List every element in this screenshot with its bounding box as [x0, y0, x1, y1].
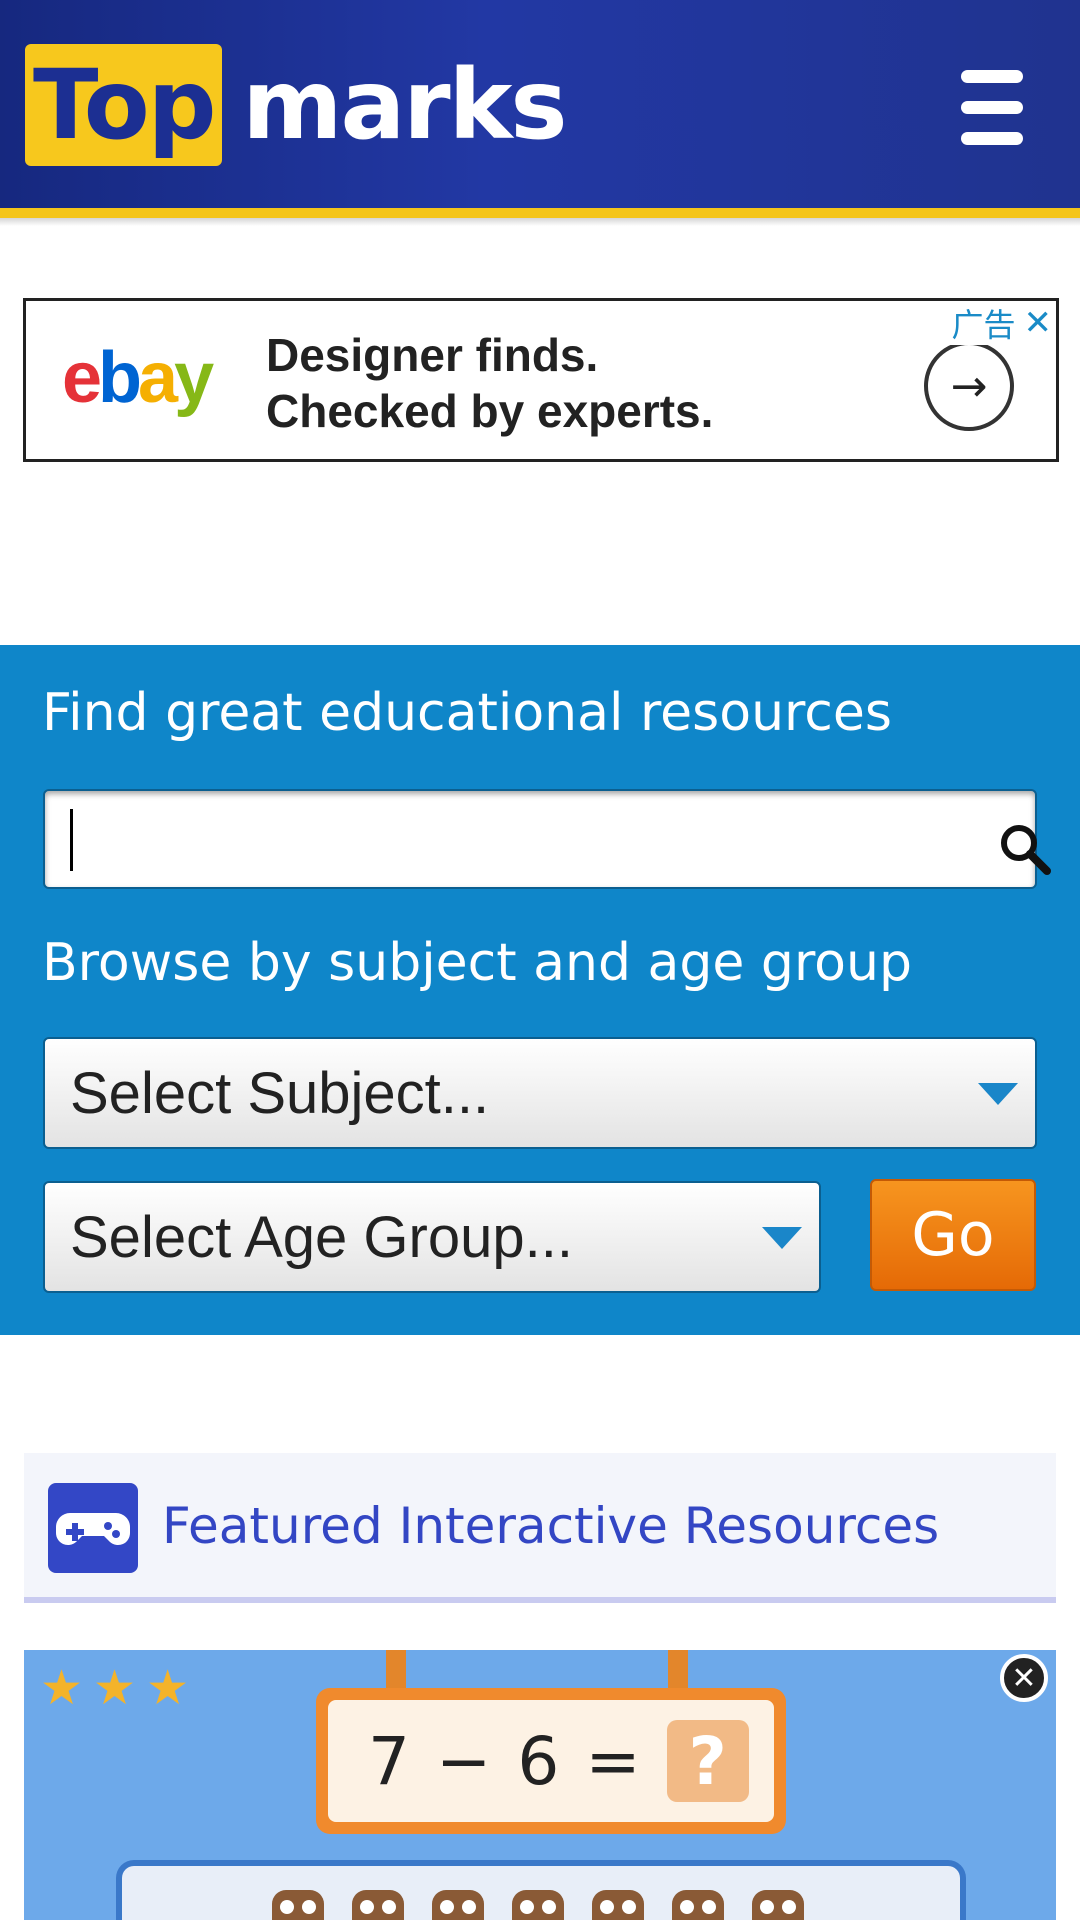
- age-group-select-value: Select Age Group...: [70, 1204, 573, 1270]
- star-icon: ★: [146, 1660, 190, 1716]
- hamburger-menu-icon[interactable]: [955, 68, 1029, 148]
- ad-line-2: Checked by experts.: [266, 385, 714, 437]
- equation-answer-box: ?: [666, 1720, 749, 1802]
- equation-operator: −: [436, 1722, 492, 1800]
- ad-choices[interactable]: 广告 ✕: [926, 301, 1056, 345]
- owl-icon: [432, 1890, 484, 1920]
- subject-select-value: Select Subject...: [70, 1060, 490, 1126]
- owl-icon: [512, 1890, 564, 1920]
- counting-tray: [116, 1860, 966, 1920]
- chevron-down-icon: [762, 1227, 802, 1249]
- star-rating: ★ ★ ★: [40, 1660, 189, 1716]
- go-button[interactable]: Go: [870, 1179, 1036, 1291]
- search-input[interactable]: [43, 789, 1051, 889]
- arrow-right-icon[interactable]: →: [924, 341, 1014, 431]
- ad-label-text: 广告: [951, 306, 1016, 344]
- game-preview[interactable]: ★ ★ ★ 7 − 6 = ? ✕: [24, 1650, 1056, 1920]
- header-shadow: [0, 218, 1080, 226]
- search-panel: Find great educational resources Browse …: [0, 645, 1080, 1335]
- featured-section-header[interactable]: Featured Interactive Resources: [24, 1453, 1056, 1603]
- close-icon[interactable]: ✕: [1024, 303, 1053, 343]
- equation-board: 7 − 6 = ?: [316, 1688, 786, 1834]
- equation-operand-a: 7: [368, 1722, 410, 1800]
- equation: 7 − 6 = ?: [328, 1700, 774, 1822]
- star-icon: ★: [93, 1660, 137, 1716]
- logo-marks-text: marks: [242, 49, 567, 161]
- browse-heading: Browse by subject and age group: [42, 933, 912, 993]
- equation-equals: =: [585, 1722, 641, 1800]
- owl-icon: [592, 1890, 644, 1920]
- search-icon[interactable]: [995, 819, 1055, 879]
- subject-select[interactable]: Select Subject...: [43, 1037, 1037, 1149]
- ad-banner[interactable]: ebay Designer finds. Checked by experts.…: [23, 298, 1059, 462]
- owl-icon: [352, 1890, 404, 1920]
- header-stripe: [0, 208, 1080, 218]
- topmarks-logo[interactable]: Top marks: [25, 44, 568, 166]
- chevron-down-icon: [978, 1083, 1018, 1105]
- gamepad-icon: [48, 1483, 138, 1573]
- ebay-logo: ebay: [62, 338, 214, 418]
- text-caret: [70, 809, 73, 871]
- site-header: Top marks: [0, 0, 1080, 208]
- featured-title: Featured Interactive Resources: [162, 1497, 940, 1555]
- ad-copy: Designer finds. Checked by experts.: [266, 327, 713, 439]
- search-heading: Find great educational resources: [42, 683, 892, 743]
- ad-line-1: Designer finds.: [266, 329, 599, 381]
- owl-icon: [672, 1890, 724, 1920]
- logo-top-box: Top: [25, 44, 223, 166]
- owl-icon: [272, 1890, 324, 1920]
- star-icon: ★: [40, 1660, 84, 1716]
- age-group-select[interactable]: Select Age Group...: [43, 1181, 821, 1293]
- close-icon[interactable]: ✕: [1000, 1654, 1048, 1702]
- equation-operand-b: 6: [517, 1722, 560, 1800]
- owl-icon: [752, 1890, 804, 1920]
